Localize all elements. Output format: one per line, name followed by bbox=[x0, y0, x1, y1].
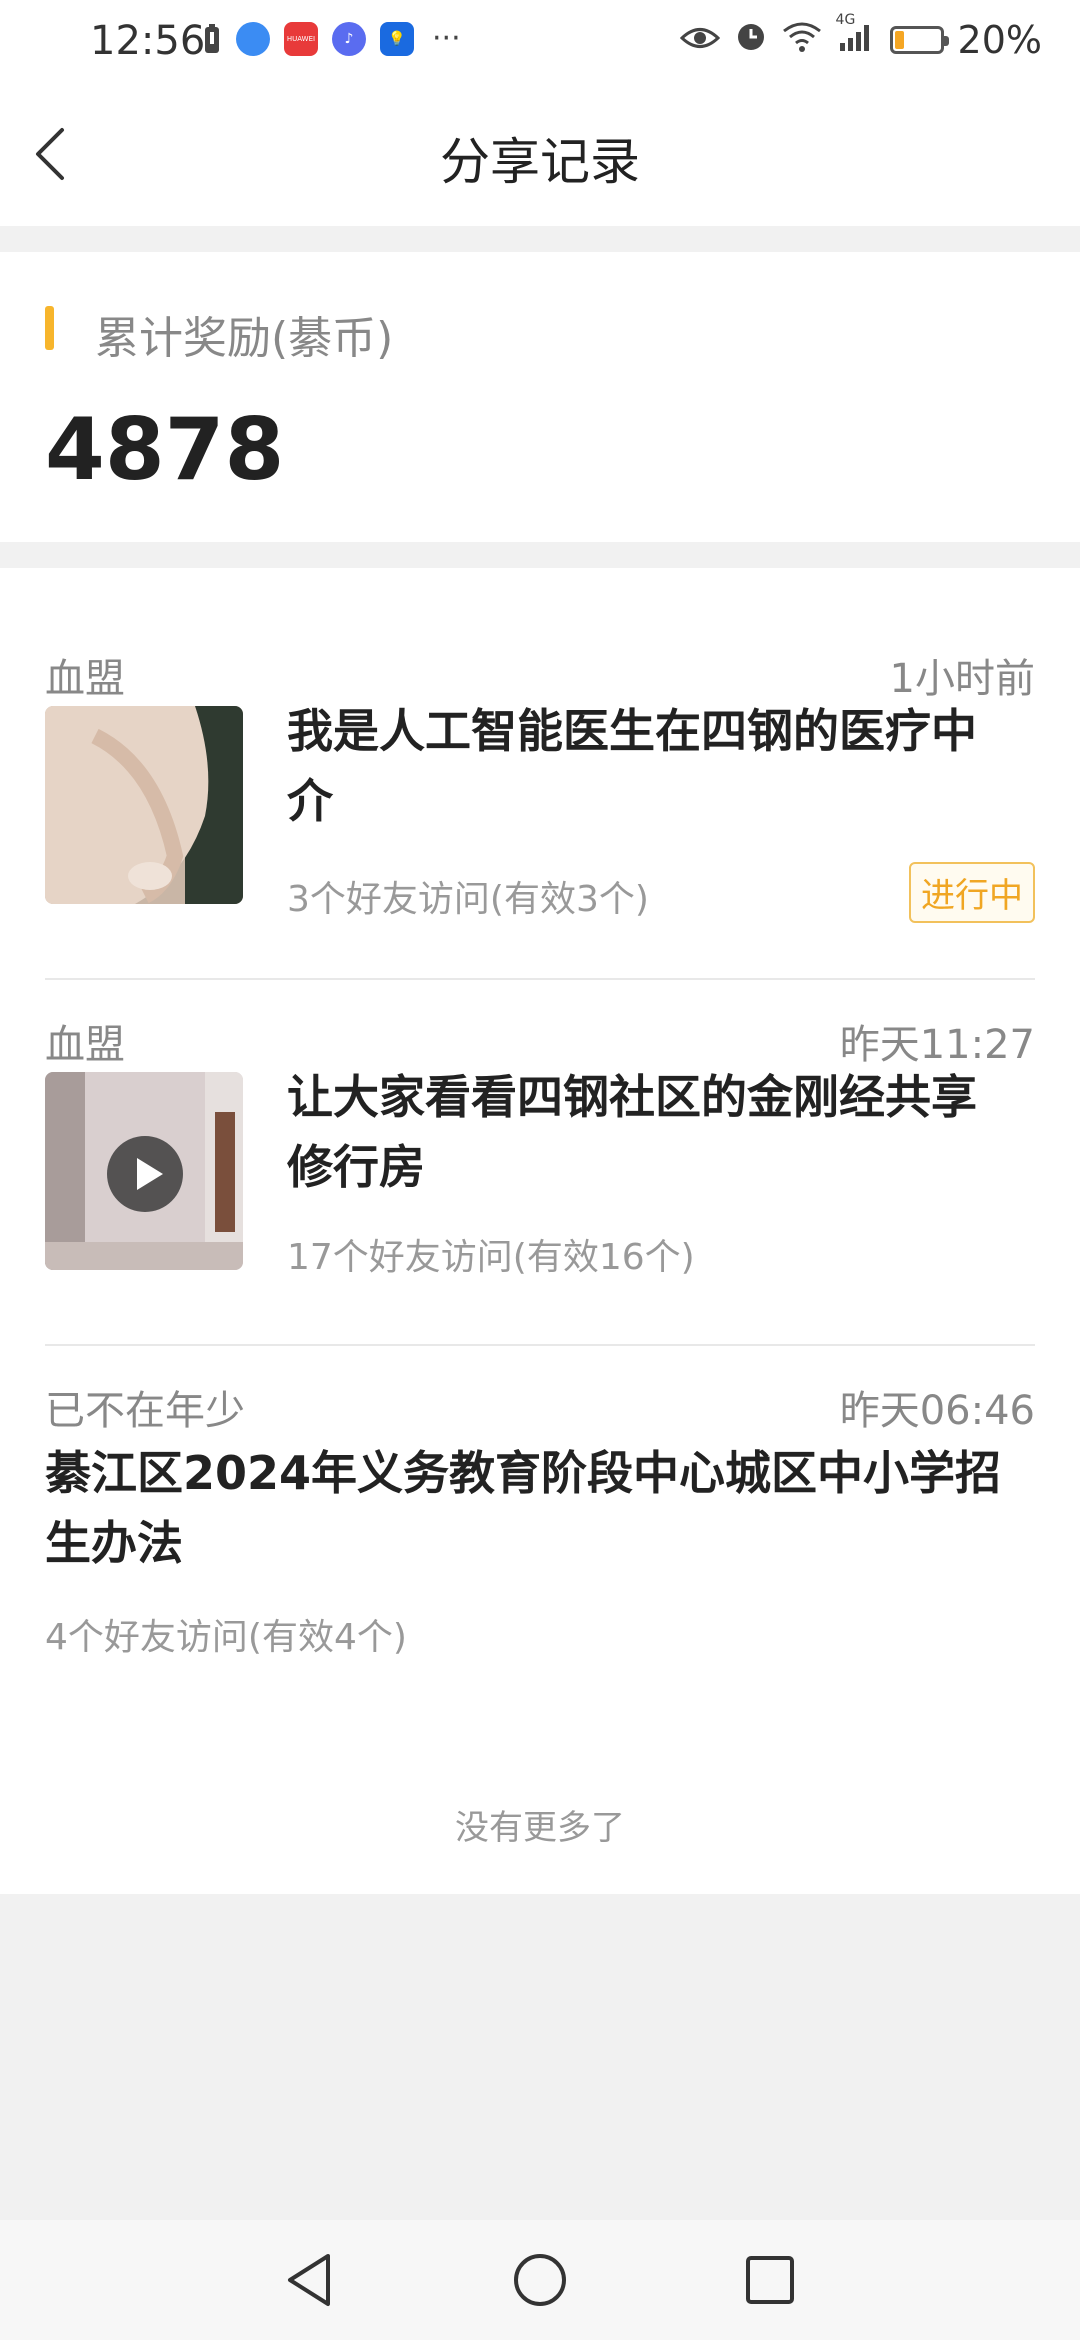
item-visit-count: 3个好友访问(有效3个) bbox=[287, 879, 649, 920]
alarm-icon bbox=[734, 18, 768, 62]
circle-home-icon bbox=[514, 2254, 566, 2306]
item-thumbnail bbox=[45, 1072, 243, 1270]
list-item[interactable]: 血盟 1小时前 我是人工智能医生在四钢的医疗中 介 3个好友访问(有效3个) 进… bbox=[45, 646, 1035, 923]
list-item[interactable]: 血盟 昨天11:27 让大家看看四钢社区的金刚经共享 修行房 17个好友访问(有… bbox=[45, 1012, 1035, 1278]
top-app-bar: 分享记录 bbox=[0, 84, 1080, 226]
wifi-icon bbox=[782, 18, 822, 62]
total-reward-card: 累计奖励(綦币) 4878 bbox=[0, 252, 1080, 542]
notification-icons: HUAWEI ♪ 💡 ··· bbox=[202, 22, 461, 56]
more-notifications-icon: ··· bbox=[432, 21, 461, 56]
nav-back-button[interactable] bbox=[280, 2250, 340, 2310]
music-icon: ♪ bbox=[332, 22, 366, 56]
item-title: 我是人工智能医生在四钢的医疗中 介 bbox=[287, 704, 977, 828]
tips-icon: 💡 bbox=[380, 22, 414, 56]
no-more-text: 没有更多了 bbox=[455, 1808, 625, 1848]
status-badge: 进行中 bbox=[909, 862, 1035, 923]
play-icon bbox=[107, 1136, 183, 1212]
page-title: 分享记录 bbox=[440, 133, 640, 191]
square-recents-icon bbox=[746, 2256, 794, 2304]
status-time: 12:56 bbox=[90, 18, 206, 64]
battery-percent: 20% bbox=[957, 18, 1042, 62]
total-reward-value: 4878 bbox=[45, 400, 285, 500]
browser-icon bbox=[236, 22, 270, 56]
status-right: 4G 20% bbox=[679, 12, 1042, 62]
item-author: 已不在年少 bbox=[45, 1388, 245, 1434]
list-item[interactable]: 已不在年少 昨天06:46 綦江区2024年义务教育阶段中心城区中小学招 生办法… bbox=[45, 1378, 1035, 1678]
item-thumbnail bbox=[45, 706, 243, 904]
item-visit-count: 17个好友访问(有效16个) bbox=[287, 1237, 695, 1278]
item-time: 昨天06:46 bbox=[839, 1388, 1035, 1434]
battery-icon bbox=[889, 26, 949, 54]
item-author: 血盟 bbox=[45, 1022, 125, 1068]
item-author: 血盟 bbox=[45, 656, 125, 702]
system-navigation-bar bbox=[0, 2220, 1080, 2340]
status-bar: 12:56 HUAWEI ♪ 💡 ··· 4G 20% bbox=[0, 0, 1080, 84]
triangle-back-icon bbox=[288, 2254, 330, 2306]
item-title: 綦江区2024年义务教育阶段中心城区中小学招 生办法 bbox=[45, 1446, 1002, 1570]
total-reward-label: 累计奖励(綦币) bbox=[95, 313, 394, 364]
nav-recents-button[interactable] bbox=[740, 2250, 800, 2310]
accent-bar bbox=[45, 306, 54, 350]
item-title: 让大家看看四钢社区的金刚经共享 修行房 bbox=[287, 1070, 977, 1194]
huawei-store-icon: HUAWEI bbox=[284, 22, 318, 56]
eye-icon bbox=[679, 18, 720, 62]
battery-saver-icon bbox=[202, 22, 222, 56]
divider bbox=[45, 1344, 1035, 1346]
divider bbox=[45, 978, 1035, 980]
signal-icon: 4G bbox=[836, 12, 876, 62]
item-visit-count: 4个好友访问(有效4个) bbox=[45, 1617, 407, 1658]
share-record-list: 血盟 1小时前 我是人工智能医生在四钢的医疗中 介 3个好友访问(有效3个) 进… bbox=[0, 568, 1080, 1894]
nav-home-button[interactable] bbox=[510, 2250, 570, 2310]
